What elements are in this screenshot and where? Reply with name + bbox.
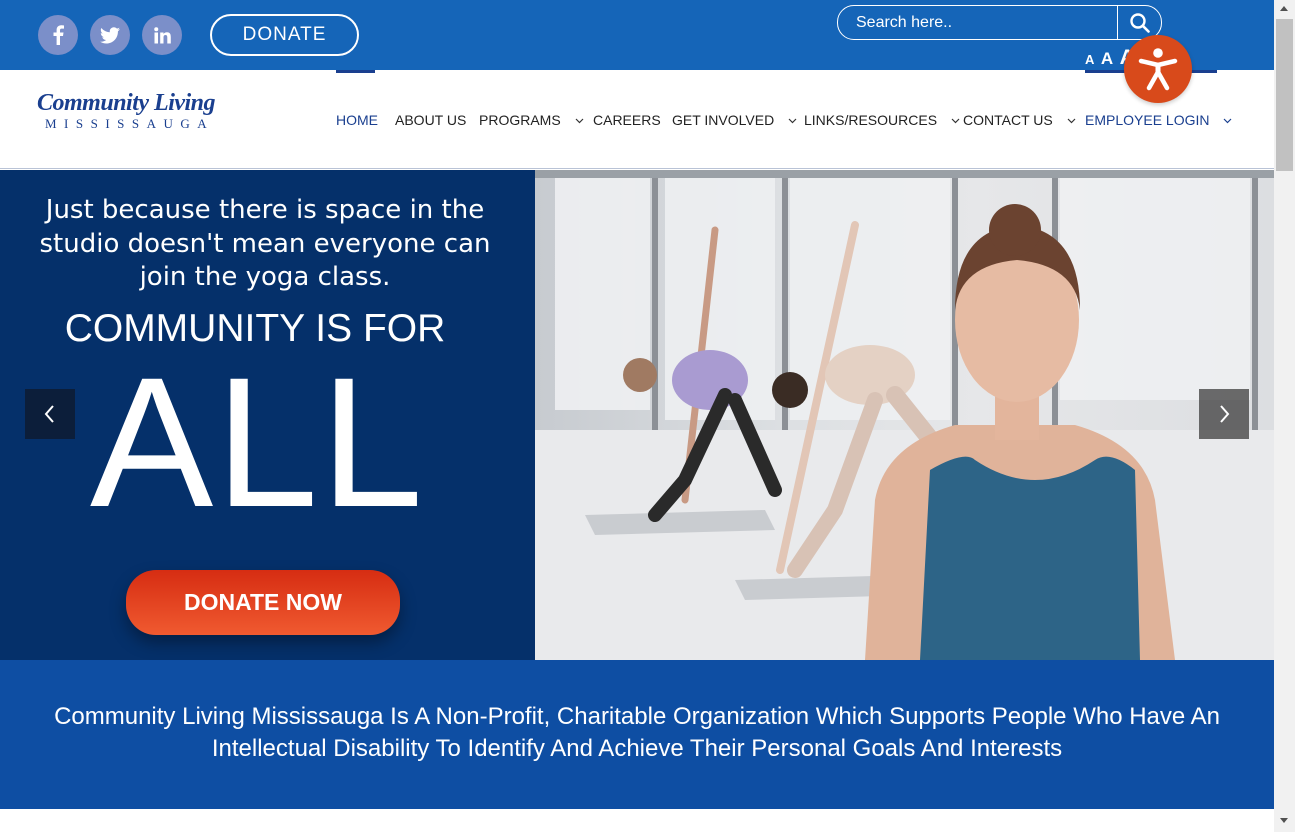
donate-now-button[interactable]: DONATE NOW — [126, 570, 400, 635]
twitter-link[interactable] — [90, 15, 130, 55]
nav-careers[interactable]: CAREERS — [593, 111, 661, 129]
scroll-down-arrow[interactable] — [1280, 818, 1288, 823]
facebook-icon — [53, 25, 64, 45]
twitter-icon — [100, 26, 120, 43]
slider-next-button[interactable] — [1199, 389, 1249, 439]
active-indicator — [336, 70, 375, 73]
top-bar: DONATE Search here.. A A A — [0, 0, 1274, 70]
scroll-up-arrow[interactable] — [1280, 6, 1288, 11]
nav-programs[interactable]: PROGRAMS — [479, 111, 584, 129]
search-input[interactable]: Search here.. — [838, 6, 1118, 39]
nav-contact-us[interactable]: CONTACT US — [963, 111, 1076, 129]
nav-home[interactable]: HOME — [336, 111, 378, 129]
hero-tagline: Just because there is space in the studi… — [39, 195, 491, 292]
main-navigation: Community Living MISSISSAUGA HOME ABOUT … — [0, 70, 1274, 169]
nav-links-resources-label: LINKS/RESOURCES — [804, 112, 938, 128]
logo-title: Community Living — [37, 90, 216, 116]
linkedin-link[interactable] — [142, 15, 182, 55]
accessibility-button[interactable] — [1124, 35, 1192, 103]
font-size-medium[interactable]: A — [1101, 49, 1113, 69]
nav-home-label: HOME — [336, 112, 378, 128]
nav-links-resources[interactable]: LINKS/RESOURCES — [804, 111, 960, 129]
donate-button[interactable]: DONATE — [210, 14, 359, 56]
chevron-down-icon — [575, 118, 584, 124]
nav-get-involved[interactable]: GET INVOLVED — [672, 111, 797, 129]
nav-contact-us-label: CONTACT US — [963, 112, 1053, 128]
hero-slider: Just because there is space in the studi… — [0, 170, 1274, 660]
search-box: Search here.. — [837, 5, 1162, 40]
chevron-down-icon — [1223, 118, 1232, 124]
accessibility-icon — [1138, 48, 1178, 91]
chevron-down-icon — [788, 118, 797, 124]
chevron-down-icon — [1067, 118, 1076, 124]
nav-employee-login[interactable]: EMPLOYEE LOGIN — [1085, 111, 1232, 129]
page-scrollbar[interactable] — [1274, 0, 1295, 832]
linkedin-icon — [153, 26, 171, 43]
nav-employee-login-label: EMPLOYEE LOGIN — [1085, 112, 1210, 128]
hero-big-word: ALL — [89, 340, 426, 546]
nav-careers-label: CAREERS — [593, 112, 661, 128]
nav-about-us[interactable]: ABOUT US — [395, 111, 466, 129]
chevron-down-icon — [951, 118, 960, 124]
logo[interactable]: Community Living MISSISSAUGA — [37, 90, 247, 150]
logo-subtitle: MISSISSAUGA — [45, 116, 215, 131]
hero-panel: Just because there is space in the studi… — [0, 170, 535, 660]
yoga-studio-illustration — [535, 170, 1274, 660]
nav-get-involved-label: GET INVOLVED — [672, 112, 775, 128]
search-icon — [1129, 12, 1150, 33]
facebook-link[interactable] — [38, 15, 78, 55]
slider-prev-button[interactable] — [25, 389, 75, 439]
font-size-small[interactable]: A — [1085, 52, 1094, 67]
scrollbar-thumb[interactable] — [1276, 19, 1293, 171]
nav-about-us-label: ABOUT US — [395, 112, 467, 128]
hero-photo — [535, 170, 1274, 660]
search-button[interactable] — [1117, 6, 1161, 39]
chevron-right-icon — [1220, 405, 1230, 423]
mission-banner: Community Living Mississauga Is A Non-Pr… — [0, 660, 1274, 809]
chevron-left-icon — [44, 405, 54, 423]
nav-programs-label: PROGRAMS — [479, 112, 561, 128]
mission-statement: Community Living Mississauga Is A Non-Pr… — [54, 703, 1220, 762]
